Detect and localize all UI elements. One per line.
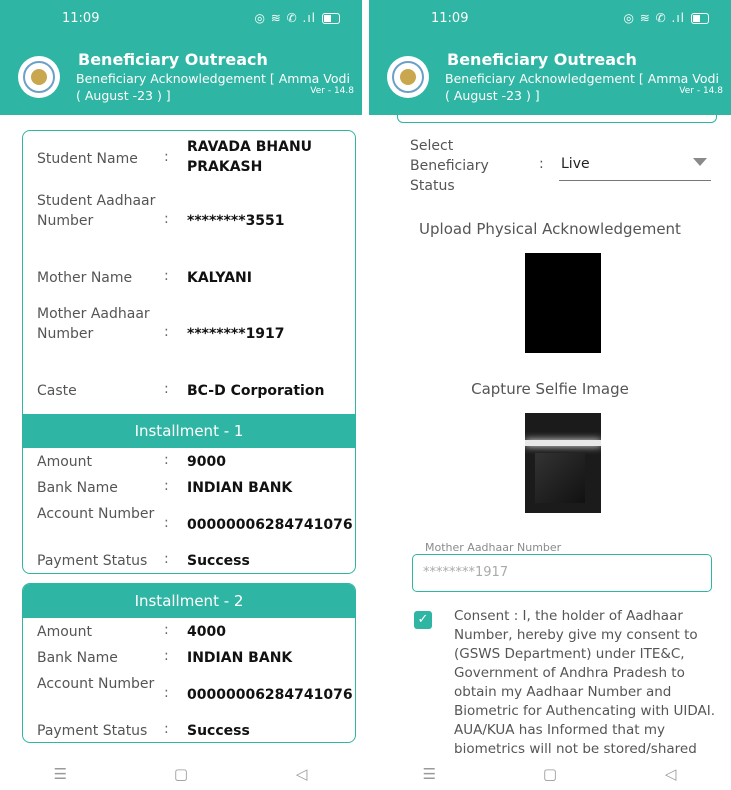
amount-value: 9000	[187, 454, 226, 470]
dropdown-value: Live	[561, 156, 590, 172]
mother-name-row: Mother Name : KALYANI	[37, 268, 347, 290]
caste-row: Caste : BC-D Corporation	[37, 381, 347, 403]
amount-label: Amount	[37, 624, 93, 640]
app-logo	[387, 56, 429, 98]
consent-checkbox[interactable]: ✓	[414, 611, 432, 629]
status-icons: ◎ ≋ ✆ .ıl	[254, 11, 340, 25]
app-title: Beneficiary Outreach	[78, 50, 268, 69]
account-label: Account Number	[37, 506, 155, 522]
account-value: 00000006284741076	[187, 517, 353, 533]
back-icon[interactable]: ◁	[641, 765, 701, 783]
account-value: 00000006284741076	[187, 687, 353, 703]
payment-status-label: Payment Status	[37, 723, 148, 739]
installment-1-header: Installment - 1	[23, 414, 355, 448]
bank-value: INDIAN BANK	[187, 650, 293, 666]
beneficiary-details-card: Student Name : RAVADA BHANU PRAKASH Stud…	[22, 130, 356, 574]
mother-name-label: Mother Name	[37, 270, 133, 286]
battery-icon	[322, 12, 340, 24]
battery-icon	[691, 12, 709, 24]
payment-status-value: Success	[187, 723, 250, 739]
installment-2-card: Installment - 2 Amount : 4000 Bank Name …	[22, 583, 356, 743]
bank-value: INDIAN BANK	[187, 480, 293, 496]
menu-icon[interactable]: ☰	[30, 765, 90, 783]
student-aadhaar-value: ********3551	[187, 213, 285, 229]
system-nav-bar: ☰ ▢ ◁	[369, 758, 731, 790]
selfie-title: Capture Selfie Image	[471, 380, 629, 398]
upload-acknowledgement-title: Upload Physical Acknowledgement	[419, 220, 681, 238]
status-time: 11:09	[431, 11, 469, 26]
signal-icons: ◎ ≋ ✆ .ıl	[254, 11, 316, 25]
right-screen: 11:09 ◎ ≋ ✆ .ıl Beneficiary Outreach Ben…	[369, 0, 731, 790]
app-version: Ver - 14.8	[310, 86, 354, 96]
system-nav-bar: ☰ ▢ ◁	[0, 758, 362, 790]
status-icons: ◎ ≋ ✆ .ıl	[623, 11, 709, 25]
payment-status-value: Success	[187, 553, 250, 569]
app-header: 11:09 ◎ ≋ ✆ .ıl Beneficiary Outreach Ben…	[0, 0, 362, 115]
home-icon[interactable]: ▢	[520, 765, 580, 783]
status-bar: 11:09 ◎ ≋ ✆ .ıl	[369, 0, 731, 40]
mother-name-value: KALYANI	[187, 270, 252, 286]
acknowledgement-image[interactable]	[525, 253, 601, 353]
signal-icons: ◎ ≋ ✆ .ıl	[623, 11, 685, 25]
installment-2-account-row: Account Number : 00000006284741076	[37, 676, 353, 703]
app-version: Ver - 14.8	[679, 86, 723, 96]
student-name-row: Student Name : RAVADA BHANU PRAKASH	[37, 137, 347, 181]
student-name-label: Student Name	[37, 151, 138, 167]
mother-aadhaar-input-value: ********1917	[423, 565, 509, 580]
card-edge	[397, 108, 717, 123]
app-title: Beneficiary Outreach	[447, 50, 637, 69]
payment-status-label: Payment Status	[37, 553, 148, 569]
mother-aadhaar-label: Mother Aadhaar Number	[37, 306, 150, 342]
caste-value: BC-D Corporation	[187, 383, 325, 399]
check-icon: ✓	[417, 612, 429, 627]
account-label: Account Number	[37, 676, 155, 692]
select-status-label: Select Beneficiary Status	[410, 138, 489, 194]
amount-value: 4000	[187, 624, 226, 640]
app-logo	[18, 56, 60, 98]
back-icon[interactable]: ◁	[272, 765, 332, 783]
app-header: 11:09 ◎ ≋ ✆ .ıl Beneficiary Outreach Ben…	[369, 0, 731, 115]
student-aadhaar-label: Student Aadhaar Number	[37, 193, 156, 229]
student-aadhaar-row: Student Aadhaar Number : ********3551	[37, 191, 347, 253]
beneficiary-status-dropdown[interactable]: Live	[559, 154, 711, 181]
installment-2-header: Installment - 2	[23, 584, 355, 618]
mother-aadhaar-input[interactable]: ********1917	[412, 554, 712, 592]
caste-label: Caste	[37, 383, 77, 399]
mother-aadhaar-input-label: Mother Aadhaar Number	[423, 541, 564, 554]
left-screen: 11:09 ◎ ≋ ✆ .ıl Beneficiary Outreach Ben…	[0, 0, 362, 790]
menu-icon[interactable]: ☰	[399, 765, 459, 783]
mother-aadhaar-row: Mother Aadhaar Number : ********1917	[37, 304, 347, 366]
selfie-image[interactable]	[525, 413, 601, 513]
bank-label: Bank Name	[37, 650, 118, 666]
amount-label: Amount	[37, 454, 93, 470]
home-icon[interactable]: ▢	[151, 765, 211, 783]
installment-1-account-row: Account Number : 00000006284741076	[37, 506, 353, 533]
status-time: 11:09	[62, 11, 100, 26]
consent-text: Consent : I, the holder of Aadhaar Numbe…	[454, 608, 716, 757]
bank-label: Bank Name	[37, 480, 118, 496]
dropdown-caret-icon	[693, 158, 707, 166]
mother-aadhaar-value: ********1917	[187, 326, 285, 342]
student-name-value: RAVADA BHANU PRAKASH	[187, 139, 313, 175]
status-bar: 11:09 ◎ ≋ ✆ .ıl	[0, 0, 362, 40]
